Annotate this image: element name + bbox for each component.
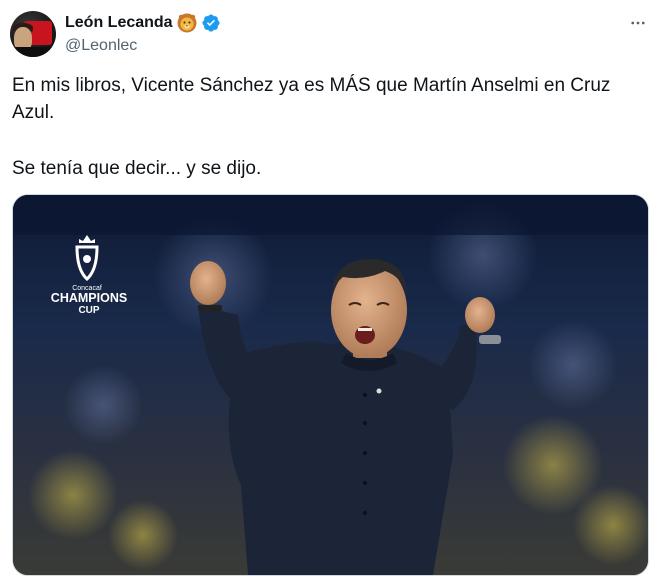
more-horizontal-icon: [631, 21, 645, 25]
tweet-text-paragraph-2: Se tenía que decir... y se dijo.: [12, 158, 262, 179]
tweet-text-paragraph-1: En mis libros, Vicente Sánchez ya es MÁS…: [12, 75, 611, 123]
author-name[interactable]: León Lecanda: [65, 13, 173, 33]
tweet-media-image[interactable]: Concacaf CHAMPIONS CUP: [12, 194, 649, 576]
avatar[interactable]: [10, 11, 56, 57]
tweet: León Lecanda @Leonlec En mis libros, Vic…: [0, 0, 660, 576]
logo-subtitle: CUP: [78, 305, 99, 316]
author-row: León Lecanda: [65, 12, 221, 34]
author-handle[interactable]: @Leonlec: [65, 36, 137, 56]
logo-title: CHAMPIONS: [51, 291, 127, 305]
more-options-button[interactable]: [624, 12, 652, 34]
lion-face-icon: [177, 13, 197, 33]
verified-badge-icon: [201, 13, 221, 33]
